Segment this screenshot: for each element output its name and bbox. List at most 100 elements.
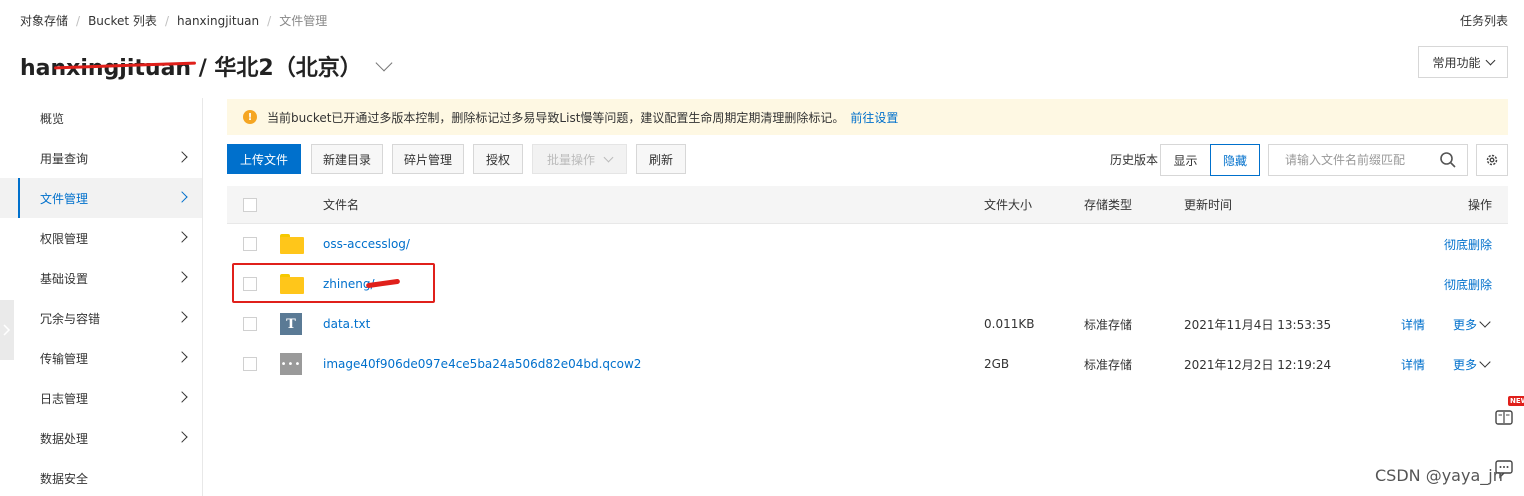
row-checkbox[interactable] xyxy=(243,357,257,371)
folder-icon xyxy=(280,234,304,254)
sidebar-item-label: 数据安全 xyxy=(40,471,89,486)
sidebar-item-permissions[interactable]: 权限管理 xyxy=(0,218,202,258)
breadcrumb-separator: / xyxy=(164,13,169,28)
header-updated: 更新时间 xyxy=(1184,198,1233,212)
storage-type: 标准存储 xyxy=(1084,357,1133,372)
common-functions-button[interactable]: 常用功能 xyxy=(1418,46,1508,78)
sidebar-item-label: 传输管理 xyxy=(40,351,89,366)
upload-button[interactable]: 上传文件 xyxy=(227,144,301,174)
breadcrumb: 对象存储 / Bucket 列表 / hanxingjituan / 文件管理 xyxy=(20,12,327,29)
task-list-link[interactable]: 任务列表 xyxy=(1460,12,1508,29)
file-name-link[interactable]: oss-accesslog/ xyxy=(323,224,410,264)
updated-time: 2021年11月4日 13:53:35 xyxy=(1184,317,1332,332)
chevron-right-icon xyxy=(176,151,188,163)
annotation-highlight-box xyxy=(232,263,435,303)
history-versions-label: 历史版本 xyxy=(1110,153,1159,167)
sidebar-item-overview[interactable]: 概览 xyxy=(0,98,202,138)
sidebar-item-label: 权限管理 xyxy=(40,231,89,246)
sidebar-item-data-security[interactable]: 数据安全 xyxy=(0,458,202,496)
more-label: 更多 xyxy=(1453,357,1478,372)
header-storage: 存储类型 xyxy=(1084,198,1133,212)
chevron-down-icon[interactable] xyxy=(375,54,393,72)
chevron-right-icon xyxy=(176,231,188,243)
select-all-checkbox[interactable] xyxy=(243,197,257,212)
chevron-right-icon xyxy=(176,311,188,323)
breadcrumb-separator: / xyxy=(267,13,272,28)
warning-icon: ! xyxy=(243,110,257,124)
chevron-right-icon xyxy=(176,431,188,443)
new-badge: NEW xyxy=(1508,396,1524,406)
breadcrumb-current: 文件管理 xyxy=(279,14,328,28)
table-header: 文件名 文件大小 存储类型 更新时间 操作 xyxy=(227,186,1508,224)
chevron-right-icon xyxy=(176,191,188,203)
permanent-delete-link[interactable]: 彻底删除 xyxy=(1444,224,1492,264)
sidebar-item-label: 用量查询 xyxy=(40,151,89,166)
image-file-icon: ••• xyxy=(280,353,302,375)
gear-icon xyxy=(1486,154,1498,166)
sidebar-item-logs[interactable]: 日志管理 xyxy=(0,378,202,418)
breadcrumb-bucket-list[interactable]: Bucket 列表 xyxy=(88,12,157,29)
new-directory-button[interactable]: 新建目录 xyxy=(311,144,383,174)
text-file-icon: T xyxy=(280,313,302,335)
sidebar-item-label: 冗余与容错 xyxy=(40,311,101,326)
version-notice: ! 当前bucket已开通过多版本控制，删除标记过多易导致List慢等问题，建议… xyxy=(227,99,1508,135)
chevron-down-icon xyxy=(1479,356,1491,368)
watermark: CSDN @yaya_jn xyxy=(1375,466,1503,485)
table-row: ••• image40f906de097e4ce5ba24a506d82e04b… xyxy=(227,344,1508,384)
more-dropdown[interactable]: 更多 xyxy=(1453,304,1491,344)
file-size: 0.011KB xyxy=(984,317,1035,331)
more-label: 更多 xyxy=(1453,317,1478,332)
sidebar-item-label: 日志管理 xyxy=(40,391,89,406)
sidebar-item-label: 概览 xyxy=(40,111,65,126)
notice-text: 当前bucket已开通过多版本控制，删除标记过多易导致List慢等问题，建议配置… xyxy=(267,110,845,125)
notice-settings-link[interactable]: 前往设置 xyxy=(850,109,898,126)
page-title: hanxingjituan / 华北2（北京） xyxy=(20,50,362,82)
sidebar-item-label: 文件管理 xyxy=(40,191,89,206)
storage-type: 标准存储 xyxy=(1084,317,1133,332)
sidebar-item-label: 基础设置 xyxy=(40,271,89,286)
breadcrumb-bucket[interactable]: hanxingjituan xyxy=(177,14,259,28)
chevron-down-icon xyxy=(1479,316,1491,328)
breadcrumb-separator: / xyxy=(76,13,81,28)
sidebar-item-transfer[interactable]: 传输管理 xyxy=(0,338,202,378)
sidebar-collapse-handle[interactable] xyxy=(0,300,14,360)
settings-button[interactable] xyxy=(1476,144,1508,176)
detail-link[interactable]: 详情 xyxy=(1401,304,1425,344)
row-checkbox[interactable] xyxy=(243,237,257,251)
sidebar-item-usage[interactable]: 用量查询 xyxy=(0,138,202,178)
sidebar-item-data-processing[interactable]: 数据处理 xyxy=(0,418,202,458)
header-size: 文件大小 xyxy=(984,198,1033,212)
breadcrumb-object-storage[interactable]: 对象存储 xyxy=(20,12,68,29)
file-name-link[interactable]: image40f906de097e4ce5ba24a506d82e04bd.qc… xyxy=(323,344,641,384)
search-box xyxy=(1268,144,1468,176)
sidebar-item-basic-settings[interactable]: 基础设置 xyxy=(0,258,202,298)
batch-operations-button[interactable]: 批量操作 xyxy=(532,144,627,174)
chevron-right-icon xyxy=(3,324,11,336)
permanent-delete-link[interactable]: 彻底删除 xyxy=(1444,264,1492,304)
updated-time: 2021年12月2日 12:19:24 xyxy=(1184,357,1332,372)
sidebar-item-label: 数据处理 xyxy=(40,431,89,446)
row-checkbox[interactable] xyxy=(243,317,257,331)
common-functions-label: 常用功能 xyxy=(1432,55,1481,70)
refresh-button[interactable]: 刷新 xyxy=(636,144,686,174)
sidebar-item-files[interactable]: 文件管理 xyxy=(0,178,202,218)
batch-operations-label: 批量操作 xyxy=(546,152,595,167)
header-actions: 操作 xyxy=(1467,198,1492,212)
show-versions-toggle[interactable]: 显示 xyxy=(1160,144,1211,176)
detail-link[interactable]: 详情 xyxy=(1401,344,1425,384)
sidebar-item-redundancy[interactable]: 冗余与容错 xyxy=(0,298,202,338)
sidebar: 概览 用量查询 文件管理 权限管理 基础设置 冗余与容错 传输管理 日志管理 数… xyxy=(0,98,203,496)
hide-versions-toggle[interactable]: 隐藏 xyxy=(1210,144,1260,176)
fragments-button[interactable]: 碎片管理 xyxy=(392,144,464,174)
file-name-link[interactable]: data.txt xyxy=(323,304,370,344)
authorize-button[interactable]: 授权 xyxy=(473,144,523,174)
more-dropdown[interactable]: 更多 xyxy=(1453,344,1491,384)
chevron-down-icon xyxy=(1485,55,1495,65)
file-size: 2GB xyxy=(984,357,1010,371)
table-row: T data.txt 0.011KB 标准存储 2021年11月4日 13:53… xyxy=(227,304,1508,344)
chevron-right-icon xyxy=(176,271,188,283)
title-row: hanxingjituan / 华北2（北京） xyxy=(20,50,393,82)
search-input[interactable] xyxy=(1285,153,1435,167)
help-docs-button[interactable] xyxy=(1490,404,1518,432)
search-icon[interactable] xyxy=(1439,151,1457,169)
